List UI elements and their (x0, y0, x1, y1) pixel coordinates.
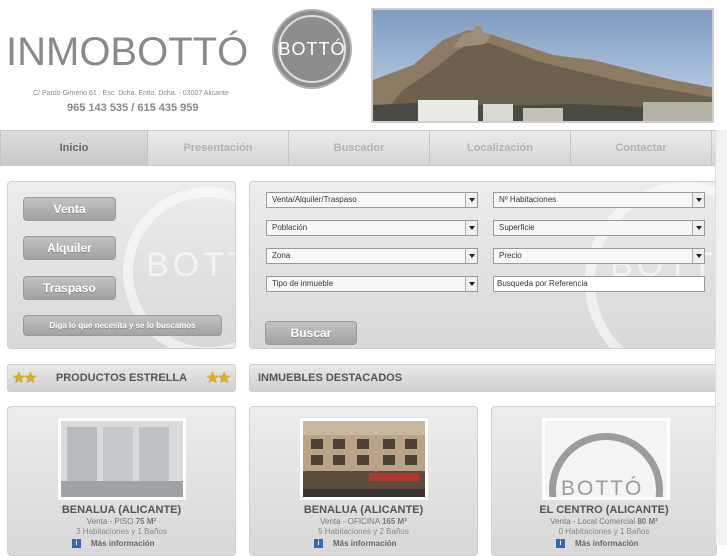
property-type: Venta - OFICINA 165 M² (320, 517, 407, 526)
alquiler-button[interactable]: Alquiler (23, 236, 116, 260)
info-icon: i (72, 539, 81, 548)
nav-localizacion[interactable]: Localización (430, 131, 571, 165)
productos-estrella-header: ★★ PRODUCTOS ESTRELLA ★★ (7, 364, 236, 392)
property-thumbnail[interactable] (300, 418, 428, 500)
referencia-input[interactable]: Busqueda por Referencia (493, 276, 705, 292)
habitaciones-select[interactable]: Nº Habitaciones (493, 192, 705, 208)
nav-contactar[interactable]: Contactar (571, 131, 712, 165)
chevron-down-icon (465, 221, 477, 235)
property-thumbnail[interactable] (58, 418, 186, 500)
page-scrollbar[interactable] (715, 130, 727, 545)
poblacion-select[interactable]: Población (266, 220, 478, 236)
operation-select[interactable]: Venta/Alquiler/Traspaso (266, 192, 478, 208)
nav-buscador[interactable]: Buscador (289, 131, 430, 165)
chevron-down-icon (692, 221, 704, 235)
info-icon: i (556, 539, 565, 548)
request-search-button[interactable]: Diga lo que necesita y se lo buscamos (23, 315, 222, 336)
brand-name: INMOBOTTÓ (6, 30, 249, 74)
header-photo-castle (371, 8, 714, 123)
property-card[interactable]: BENALUA (ALICANTE) Venta - PISO 75 M² 3 … (7, 406, 236, 556)
logo-text: BOTTÓ (278, 38, 346, 59)
info-icon: i (314, 539, 323, 548)
property-location: EL CENTRO (ALICANTE) (539, 504, 669, 516)
precio-select[interactable]: Precio (493, 248, 705, 264)
star-icon: ★★ (13, 370, 37, 385)
property-card[interactable]: BENALUA (ALICANTE) Venta - OFICINA 165 M… (249, 406, 478, 556)
venta-button[interactable]: Venta (23, 197, 116, 221)
inmuebles-destacados-header: INMUEBLES DESTACADOS (249, 364, 717, 392)
nav-presentacion[interactable]: Presentación (148, 131, 289, 165)
section-title: INMUEBLES DESTACADOS (258, 372, 403, 384)
property-thumbnail[interactable]: BOTTÓ (542, 418, 670, 500)
star-icon: ★★ (206, 370, 230, 385)
chevron-down-icon (465, 193, 477, 207)
property-location: BENALUA (ALICANTE) (61, 504, 182, 516)
phone-numbers: 965 143 535 / 615 435 959 (67, 102, 199, 114)
buscar-button[interactable]: Buscar (265, 321, 357, 345)
chevron-down-icon (692, 249, 704, 263)
more-info-link[interactable]: i Más información (72, 539, 155, 548)
property-card[interactable]: BOTTÓ EL CENTRO (ALICANTE) Venta - Local… (491, 406, 717, 556)
botto-logo: BOTTÓ (272, 9, 352, 89)
chevron-down-icon (692, 193, 704, 207)
nav-inicio[interactable]: Inicio (0, 131, 148, 165)
search-panel: BOTT Venta/Alquiler/Traspaso Población Z… (249, 181, 717, 349)
chevron-down-icon (465, 277, 477, 291)
office-address: C/ Pardo Gimeno 61 . Esc. Dcha. Entlo. D… (33, 90, 229, 97)
operation-panel: BOTT Venta Alquiler Traspaso Diga lo que… (7, 181, 236, 349)
more-info-link[interactable]: i Más información (556, 539, 639, 548)
property-type: Venta - PISO 75 M² (86, 517, 157, 526)
main-navigation: Inicio Presentación Buscador Localizació… (0, 130, 716, 166)
watermark-text: BOTT (146, 246, 235, 284)
property-rooms: 5 Habitaciones y 2 Baños (318, 527, 409, 536)
superficie-select[interactable]: Superficie (493, 220, 705, 236)
section-title: PRODUCTOS ESTRELLA (55, 372, 188, 384)
property-type: Venta - Local Comercial 80 M² (550, 517, 658, 526)
property-rooms: 3 Habitaciones y 1 Baños (76, 527, 167, 536)
traspaso-button[interactable]: Traspaso (23, 276, 116, 300)
property-rooms: 0 Habitaciones y 1 Baños (558, 527, 650, 536)
more-info-link[interactable]: i Más información (314, 539, 397, 548)
zona-select[interactable]: Zona (266, 248, 478, 264)
chevron-down-icon (465, 249, 477, 263)
property-location: BENALUA (ALICANTE) (303, 504, 424, 516)
logo-text: BOTTÓ (559, 477, 646, 500)
tipo-inmueble-select[interactable]: Tipo de inmueble (266, 276, 478, 292)
